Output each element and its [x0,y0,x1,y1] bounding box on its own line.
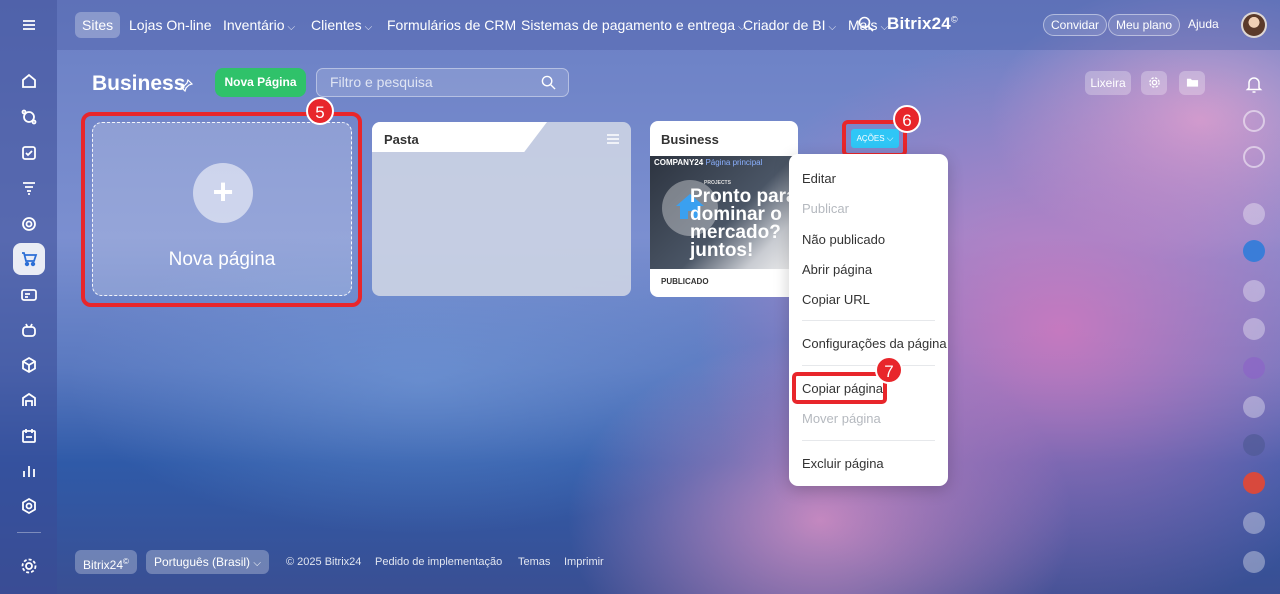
site-preview-image[interactable]: COMPANY24 Página principal PROJECTS Pron… [650,156,798,269]
menu-divider [802,320,935,321]
footer-copyright: © 2025 Bitrix24 [286,556,362,568]
nav-tab-sites[interactable]: Sites [75,12,121,38]
menu-item-move-page: Mover página [802,411,881,426]
menu-item-unpublished[interactable]: Não publicado [802,232,885,247]
home-icon[interactable] [13,65,45,97]
pin-icon[interactable] [180,79,193,92]
new-page-button[interactable]: Nova Página [215,68,306,97]
status-badge: PUBLICADO [661,277,709,286]
footer-link-themes[interactable]: Temas [518,556,550,568]
menu-item-open-page[interactable]: Abrir página [802,262,872,277]
grid-icon[interactable] [1243,434,1265,456]
nav-tab-clients[interactable]: Clientes ⌵ [304,12,379,38]
help-button[interactable]: Ajuda [1188,14,1219,36]
footer-link-print[interactable]: Imprimir [564,556,604,568]
folder-label: Pasta [384,132,419,147]
contact-avatar-icon[interactable] [1243,396,1265,418]
page-title: Business [92,72,186,95]
menu-divider [802,365,935,366]
bell-icon[interactable] [1243,73,1265,95]
folder-icon [1186,78,1198,87]
chevron-down-icon: ⌵ [253,558,261,569]
calendar-grid-icon[interactable] [13,420,45,452]
hexagon-icon[interactable] [13,490,45,522]
gear-icon [1148,77,1160,88]
filter-funnel-icon[interactable] [13,172,45,204]
menu-divider [802,440,935,441]
step-badge-6: 6 [893,105,921,133]
menu-item-edit[interactable]: Editar [802,171,836,186]
contact-avatar-icon[interactable] [1243,512,1265,534]
chevron-down-icon: ⌵ [287,22,296,33]
search-icon[interactable] [541,75,556,90]
contact-avatar-icon[interactable] [1243,280,1265,302]
trash-button[interactable]: Lixeira [1085,71,1131,95]
contact-avatar-icon[interactable] [1243,203,1265,225]
nav-tab-inventory[interactable]: Inventário ⌵ [216,12,302,38]
analytics-bar-icon[interactable] [13,455,45,487]
nav-tab-online-stores[interactable]: Lojas On-line [122,12,219,38]
tasks-icon[interactable] [13,137,45,169]
left-sidebar [0,0,57,594]
menu-item-publish: Publicar [802,201,849,216]
calendar-icon[interactable] [1243,472,1265,494]
highlight-frame-7 [792,372,887,404]
footer-brand-button[interactable]: Bitrix24© [75,550,137,574]
crm-icon[interactable] [13,101,45,133]
actions-dropdown-menu: Editar Publicar Não publicado Abrir pági… [789,154,948,486]
nav-tab-crm-forms[interactable]: Formulários de CRM [380,12,523,38]
sites-shop-cart-icon[interactable] [13,243,45,275]
settings-gear-icon[interactable] [13,550,45,582]
chevron-down-icon: ⌵ [364,22,373,33]
box-icon[interactable] [13,349,45,381]
sidebar-divider [17,532,41,533]
copilot-icon[interactable] [1243,110,1265,132]
hamburger-menu-icon[interactable] [606,133,620,145]
target-icon[interactable] [13,208,45,240]
nav-tab-bi-builder[interactable]: Criador de BI ⌵ [736,12,843,38]
search-icon[interactable] [858,16,874,32]
preview-headline: Pronto para dominar o mercado? juntos! [690,186,797,261]
bookmark-icon[interactable] [1243,240,1265,262]
brand-logo[interactable]: Bitrix24© [887,14,958,34]
chat-icon[interactable] [1243,146,1265,168]
chevron-down-icon: ⌵ [828,22,837,33]
bot-icon[interactable] [13,314,45,346]
settings-button[interactable] [1141,71,1167,95]
menu-icon[interactable] [13,9,45,41]
invite-button[interactable]: Convidar [1043,14,1108,36]
highlight-frame-5 [81,112,362,307]
folder-button[interactable] [1179,71,1205,95]
footer-link-implementation[interactable]: Pedido de implementação [375,556,502,568]
my-plan-button[interactable]: Meu plano [1108,14,1181,36]
filter-search-input[interactable]: Filtro e pesquisa [316,68,569,97]
folder-tile[interactable]: Pasta [372,122,631,296]
site-title: Business [661,132,719,147]
avatar[interactable] [1241,12,1267,38]
warehouse-icon[interactable] [13,384,45,416]
step-badge-5: 5 [306,97,334,125]
contact-center-icon[interactable] [13,279,45,311]
language-select[interactable]: Português (Brasil) ⌵ [146,550,269,574]
nav-tab-payment-delivery[interactable]: Sistemas de pagamento e entrega ⌵ [514,12,753,38]
menu-item-page-settings[interactable]: Configurações da página [802,336,947,351]
spiral-icon[interactable] [1243,357,1265,379]
site-tile[interactable]: Business COMPANY24 Página principal PROJ… [650,121,798,297]
menu-item-delete-page[interactable]: Excluir página [802,456,884,471]
contact-avatar-icon[interactable] [1243,551,1265,573]
menu-item-copy-url[interactable]: Copiar URL [802,292,870,307]
step-badge-7: 7 [875,356,903,384]
contact-avatar-icon[interactable] [1243,318,1265,340]
